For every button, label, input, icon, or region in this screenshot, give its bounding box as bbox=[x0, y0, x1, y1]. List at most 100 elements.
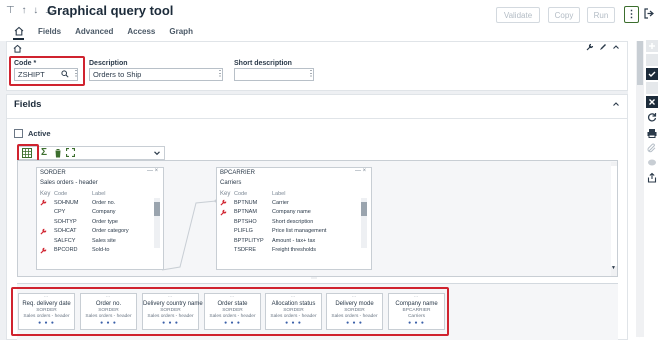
active-tab-indicator bbox=[13, 38, 24, 40]
rail-disabled-icon[interactable] bbox=[646, 54, 658, 66]
description-label: Description bbox=[89, 60, 128, 67]
field-card-options[interactable]: ● ● ● bbox=[389, 320, 444, 326]
table-row[interactable]: BPTNUM Carrier bbox=[220, 198, 326, 208]
table-row[interactable]: BPTNAM Company name bbox=[220, 208, 326, 218]
rail-refresh-icon[interactable] bbox=[646, 111, 658, 123]
column-code: SOHNUM bbox=[54, 199, 79, 206]
tab-advanced[interactable]: Advanced bbox=[75, 27, 113, 36]
table-sorder-desc: Sales orders - header bbox=[40, 180, 98, 186]
field-card-options[interactable]: ● ● ● bbox=[19, 320, 74, 326]
diagram-scrollbar[interactable]: ▼ bbox=[611, 162, 617, 276]
join-connector bbox=[161, 199, 218, 271]
validate-button[interactable]: Validate bbox=[496, 7, 540, 23]
field-card-options[interactable]: ● ● ● bbox=[81, 320, 136, 326]
rail-comment-icon[interactable] bbox=[646, 157, 658, 169]
field-card[interactable]: ⋯ Order state SORDER Sales orders - header ●… bbox=[204, 293, 261, 330]
rail-check-icon[interactable] bbox=[646, 68, 658, 80]
column-code: PLIFLG bbox=[234, 228, 253, 235]
table-row[interactable]: BPTPLITYP Amount - tax+ tax bbox=[220, 236, 326, 246]
key-icon bbox=[40, 199, 54, 206]
table-bpcarrier-desc: Carriers bbox=[220, 180, 242, 186]
wrench-icon[interactable] bbox=[586, 43, 594, 51]
table-bpcarrier-controls[interactable]: — × bbox=[355, 168, 366, 174]
field-card-options[interactable]: ● ● ● bbox=[205, 320, 260, 326]
key-icon bbox=[220, 209, 234, 216]
copy-button[interactable]: Copy bbox=[548, 7, 580, 23]
table-row[interactable]: PLIFLG Price list management bbox=[220, 227, 326, 237]
collapse-header-chevron-icon[interactable] bbox=[612, 43, 620, 51]
table-bpcarrier-name: BPCARRIER bbox=[220, 170, 256, 176]
table-row[interactable]: BPCORD Sold-to bbox=[40, 246, 129, 256]
fit-screen-icon[interactable] bbox=[66, 148, 75, 157]
collapse-fields-chevron-icon[interactable] bbox=[612, 100, 620, 108]
rail-cancel-icon[interactable] bbox=[646, 96, 658, 108]
column-label: Sold-to bbox=[92, 247, 110, 254]
field-card[interactable]: ⋯ Allocation status SORDER Sales orders - h… bbox=[265, 293, 322, 330]
table-bpcarrier-scrollbar[interactable] bbox=[361, 198, 367, 248]
active-checkbox[interactable] bbox=[14, 129, 23, 138]
field-card[interactable]: ⋯ Req. delivery date SORDER Sales orders - … bbox=[18, 293, 75, 330]
table-row[interactable]: SALFCY Sales site bbox=[40, 236, 129, 246]
column-label: Order category bbox=[92, 228, 129, 235]
field-card-options[interactable]: ● ● ● bbox=[327, 320, 382, 326]
table-sorder[interactable]: SORDER — × Sales orders - header Key Cod… bbox=[36, 167, 164, 270]
table-row[interactable]: TSDFRE Freight thresholds bbox=[220, 246, 326, 256]
column-code: SOHTYP bbox=[54, 218, 77, 225]
exit-icon[interactable] bbox=[644, 8, 655, 19]
toolbar-dropdown-chevron-icon[interactable] bbox=[153, 149, 161, 157]
tab-graph[interactable]: Graph bbox=[169, 27, 193, 36]
run-button[interactable]: Run bbox=[587, 7, 615, 23]
search-icon[interactable] bbox=[61, 70, 69, 78]
column-code: BPTPLITYP bbox=[234, 237, 264, 244]
table-row[interactable]: BPTSHO Short description bbox=[220, 217, 326, 227]
rail-blank-icon[interactable] bbox=[646, 82, 658, 94]
short-description-input[interactable]: ⋮ bbox=[234, 68, 315, 81]
rail-add-icon[interactable] bbox=[646, 40, 658, 52]
home-section-icon bbox=[13, 44, 22, 53]
field-card-options[interactable]: ● ● ● bbox=[266, 320, 321, 326]
column-label: Company bbox=[92, 209, 116, 216]
table-row[interactable]: SOHTYP Order type bbox=[40, 217, 129, 227]
table-sorder-scrollbar[interactable] bbox=[154, 198, 160, 248]
table-bpcarrier-rows: BPTNUM Carrier BPTNAM Company name BPTSHO Sho… bbox=[220, 198, 326, 255]
rail-attachment-icon[interactable] bbox=[646, 142, 658, 154]
tab-fields[interactable]: Fields bbox=[38, 27, 61, 36]
rail-print-icon[interactable] bbox=[646, 127, 658, 139]
diagram-toolbar bbox=[17, 146, 165, 160]
field-card-name: Order no. bbox=[95, 301, 122, 307]
page-scrollbar[interactable] bbox=[636, 41, 644, 337]
field-card[interactable]: ⋯ Delivery country name SORDER Sales orders… bbox=[142, 293, 203, 330]
field-card[interactable]: ⋯ Delivery mode SORDER Sales orders - heade… bbox=[326, 293, 383, 330]
short-description-label: Short description bbox=[234, 60, 292, 67]
table-row[interactable]: SOHNUM Order no. bbox=[40, 198, 129, 208]
column-label: Price list management bbox=[272, 228, 327, 235]
description-more-icon[interactable]: ⋮ bbox=[216, 69, 224, 78]
key-icon bbox=[220, 199, 234, 206]
table-grid-icon[interactable] bbox=[22, 148, 32, 158]
column-label: Amount - tax+ tax bbox=[272, 237, 316, 244]
divider bbox=[6, 118, 628, 119]
field-card-options[interactable]: ● ● ● bbox=[143, 320, 198, 326]
field-card[interactable]: ⋯ Order no. SORDER Sales orders - header ● ●… bbox=[80, 293, 137, 330]
key-icon bbox=[40, 228, 54, 235]
resize-handle[interactable]: ⋯ bbox=[311, 275, 317, 282]
home-icon[interactable] bbox=[14, 26, 24, 36]
more-actions-button[interactable]: ⋮ bbox=[624, 6, 639, 23]
delete-icon[interactable] bbox=[54, 148, 62, 158]
table-row[interactable]: CPY Company bbox=[40, 208, 129, 218]
description-input[interactable]: Orders to Ship ⋮ bbox=[89, 68, 224, 81]
short-description-more-icon[interactable]: ⋮ bbox=[307, 69, 315, 78]
table-row[interactable]: SOHCAT Order category bbox=[40, 227, 129, 237]
field-card[interactable]: ⋯ Company name BPCARRIER Carriers ● ● ● bbox=[388, 293, 445, 330]
tab-bar: Fields Advanced Access Graph bbox=[14, 24, 193, 38]
rail-share-icon[interactable] bbox=[646, 172, 658, 184]
column-label: Short description bbox=[272, 218, 314, 225]
table-sorder-controls[interactable]: — × bbox=[147, 168, 158, 174]
sum-icon[interactable]: Σ bbox=[41, 147, 47, 158]
tab-access[interactable]: Access bbox=[127, 27, 155, 36]
edit-pencil-icon[interactable] bbox=[599, 43, 607, 51]
column-code: BPCORD bbox=[54, 247, 78, 254]
code-input[interactable]: ZSHIPT ⋮ bbox=[14, 68, 80, 81]
table-bpcarrier[interactable]: BPCARRIER — × Carriers Key Code Label BP… bbox=[216, 167, 372, 270]
code-more-icon[interactable]: ⋮ bbox=[72, 69, 80, 78]
